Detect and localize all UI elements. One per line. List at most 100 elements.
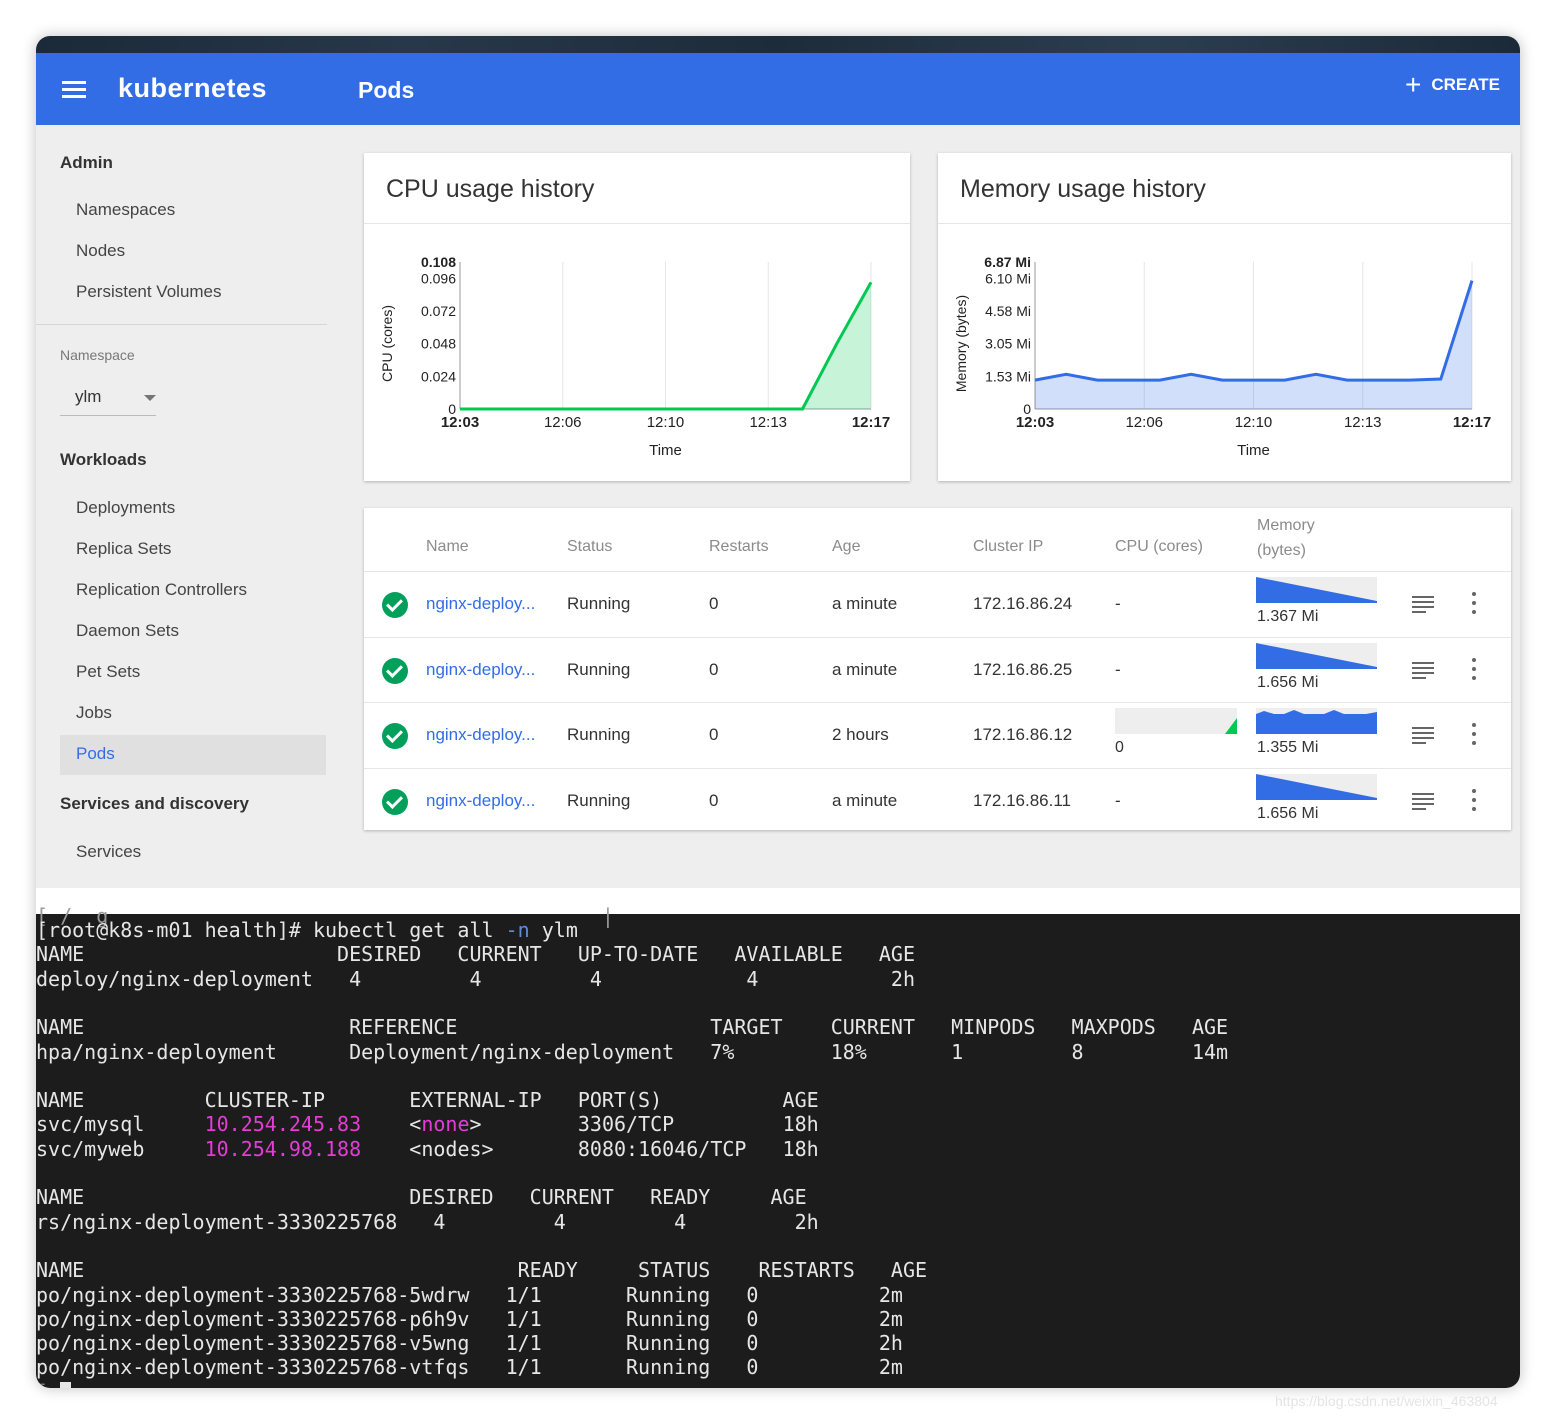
pod-age: 2 hours (832, 725, 889, 744)
memory-sparkline (1256, 642, 1377, 669)
pod-name-link[interactable]: nginx-deploy... (426, 791, 535, 811)
pod-age: a minute (832, 594, 898, 613)
y-axis-title: Memory (bytes) (953, 295, 969, 392)
logs-icon[interactable] (1412, 596, 1434, 613)
cpu-chart-title: CPU usage history (386, 175, 595, 203)
logs-icon[interactable] (1412, 792, 1434, 810)
cpu-usage-chart: 00.0240.0480.0720.0960.10812:03 12:06 12:1… (379, 254, 890, 459)
pod-name-link[interactable]: nginx-deploy... (426, 660, 535, 680)
y-tick-label: 6.87 Mi (984, 254, 1031, 270)
column-header-name[interactable]: Name (426, 538, 469, 556)
x-tick-label: 12:10 (1235, 414, 1273, 431)
y-tick-label: 3.05 Mi (985, 336, 1031, 352)
create-button[interactable]: + CREATE (1405, 71, 1500, 99)
watermark: https://blog.csdn.net/weixin_463804 (1275, 1393, 1498, 1409)
terminal-line: po/nginx-deployment-3330225768-5wdrw 1/1… (36, 1282, 903, 1307)
check-circle-icon (382, 788, 408, 815)
memory-sparkline (1256, 577, 1377, 603)
pod-memory: 1.355 Mi (1257, 739, 1319, 756)
sidebar-nav: Admin Namespaces Nodes Persistent Volume… (36, 125, 344, 888)
y-tick-label: 0.024 (421, 368, 456, 384)
column-header-memory: Memory (1257, 517, 1315, 534)
pod-status: Running (567, 594, 631, 613)
hamburger-menu-icon[interactable] (62, 81, 86, 99)
more-vert-icon[interactable] (1470, 657, 1478, 682)
more-vert-icon[interactable] (1470, 592, 1478, 616)
y-tick-label: 0.072 (421, 303, 456, 319)
pod-cpu: - (1115, 659, 1121, 679)
more-vert-icon[interactable] (1470, 788, 1478, 813)
terminal-line: svc/mysql 10.254.245.83 <none> 3306/TCP … (36, 1112, 819, 1137)
table-row: nginx-deploy... Running 0 a minute 172.16.86… (364, 767, 1511, 834)
pod-restarts: 0 (709, 659, 719, 679)
sidebar-item-daemon-sets[interactable]: Daemon Sets (60, 612, 326, 652)
namespace-select[interactable]: ylm (60, 381, 156, 416)
brand-logo[interactable]: kubernetes (118, 73, 267, 104)
pod-age: a minute (832, 790, 898, 810)
pod-memory: 1.656 Mi (1257, 804, 1319, 822)
terminal-line: NAME REFERENCE TARGET CURRENT MINPODS MA… (36, 1015, 1229, 1040)
logs-icon[interactable] (1412, 727, 1434, 744)
y-tick-label: 6.10 Mi (985, 270, 1031, 286)
terminal-line: NAME READY STATUS RESTARTS AGE (36, 1258, 928, 1283)
y-tick-label: 0.048 (421, 336, 456, 352)
x-tick-label: 12:13 (749, 414, 787, 431)
x-tick-label: 12:03 (1016, 414, 1054, 431)
check-circle-icon (382, 657, 408, 684)
sidebar-item-persistent-volumes[interactable]: Persistent Volumes (60, 273, 326, 313)
page-title: Pods (358, 77, 415, 103)
check-circle-icon (382, 723, 408, 749)
y-axis-title: CPU (cores) (379, 305, 395, 382)
sidebar-item-jobs[interactable]: Jobs (60, 694, 326, 734)
sidebar-item-pet-sets[interactable]: Pet Sets (60, 653, 326, 693)
x-axis-title: Time (649, 442, 682, 459)
sidebar-heading-admin[interactable]: Admin (60, 153, 113, 173)
create-label: CREATE (1431, 75, 1500, 94)
sidebar-item-nodes[interactable]: Nodes (60, 232, 326, 272)
sidebar-item-services[interactable]: Services (60, 833, 326, 873)
terminal-prompt-line: [ (36, 1380, 72, 1388)
sidebar-item-deployments[interactable]: Deployments (60, 489, 326, 529)
y-tick-label: 0.108 (421, 254, 456, 270)
terminal-line: NAME DESIRED CURRENT UP-TO-DATE AVAILABL… (36, 942, 915, 967)
x-tick-label: 12:06 (1125, 414, 1163, 431)
pod-cpu: 0 (1115, 739, 1124, 756)
pod-status: Running (567, 659, 631, 679)
main-content: Admin Namespaces Nodes Persistent Volume… (36, 125, 1520, 888)
terminal-line: deploy/nginx-deployment 4 4 4 4 2h (36, 966, 915, 991)
sidebar-item-namespaces[interactable]: Namespaces (60, 191, 326, 231)
chevron-down-icon (144, 395, 156, 401)
sidebar-item-replication-controllers[interactable]: Replication Controllers (60, 571, 326, 611)
pod-name-link[interactable]: nginx-deploy... (426, 594, 535, 614)
memory-sparkline (1256, 708, 1377, 734)
table-row: nginx-deploy... Running 0 a minute 172.16.86… (364, 636, 1511, 703)
x-tick-label: 12:17 (852, 414, 890, 431)
screenshot-frame: kubernetes Pods + CREATE Admin Namespace… (36, 36, 1520, 1388)
pod-cpu: - (1115, 790, 1121, 810)
pod-cluster-ip: 172.16.86.24 (973, 594, 1073, 613)
pod-cluster-ip: 172.16.86.12 (973, 725, 1073, 744)
column-header-age[interactable]: Age (832, 538, 860, 556)
cpu-chart-card: CPU usage history 0 0.024 0.048 0.072 0.096 0… (364, 153, 910, 481)
terminal-line: NAME DESIRED CURRENT READY AGE (36, 1185, 807, 1210)
pod-name-link[interactable]: nginx-deploy... (426, 725, 535, 745)
pod-status: Running (567, 790, 631, 810)
pod-memory: 1.367 Mi (1257, 608, 1319, 625)
logs-icon[interactable] (1412, 661, 1434, 679)
memory-chart-card: Memory usage history 0 1.53 Mi 3.05 Mi 4.58… (938, 153, 1511, 481)
x-tick-label: 12:13 (1344, 414, 1382, 431)
terminal-output: [ / g | [root@k8s-m01 health]# kubectl g… (36, 904, 1520, 1388)
cpu-sparkline (1115, 708, 1237, 734)
table-row: nginx-deploy... Running 0 a minute 172.16.86… (364, 571, 1511, 637)
sidebar-item-pods[interactable]: Pods (60, 735, 326, 775)
terminal-cursor (60, 1381, 72, 1388)
pod-restarts: 0 (709, 725, 719, 744)
sidebar-heading-services[interactable]: Services and discovery (60, 794, 249, 814)
sidebar-heading-workloads[interactable]: Workloads (60, 450, 147, 470)
sidebar-item-replica-sets[interactable]: Replica Sets (60, 530, 326, 570)
y-tick-label: 1.53 Mi (985, 368, 1031, 384)
terminal-line: po/nginx-deployment-3330225768-v5wng 1/1… (36, 1331, 903, 1356)
column-header-cpu: CPU (cores) (1115, 538, 1204, 555)
app-bar: kubernetes Pods + CREATE (36, 53, 1520, 125)
more-vert-icon[interactable] (1470, 723, 1478, 747)
